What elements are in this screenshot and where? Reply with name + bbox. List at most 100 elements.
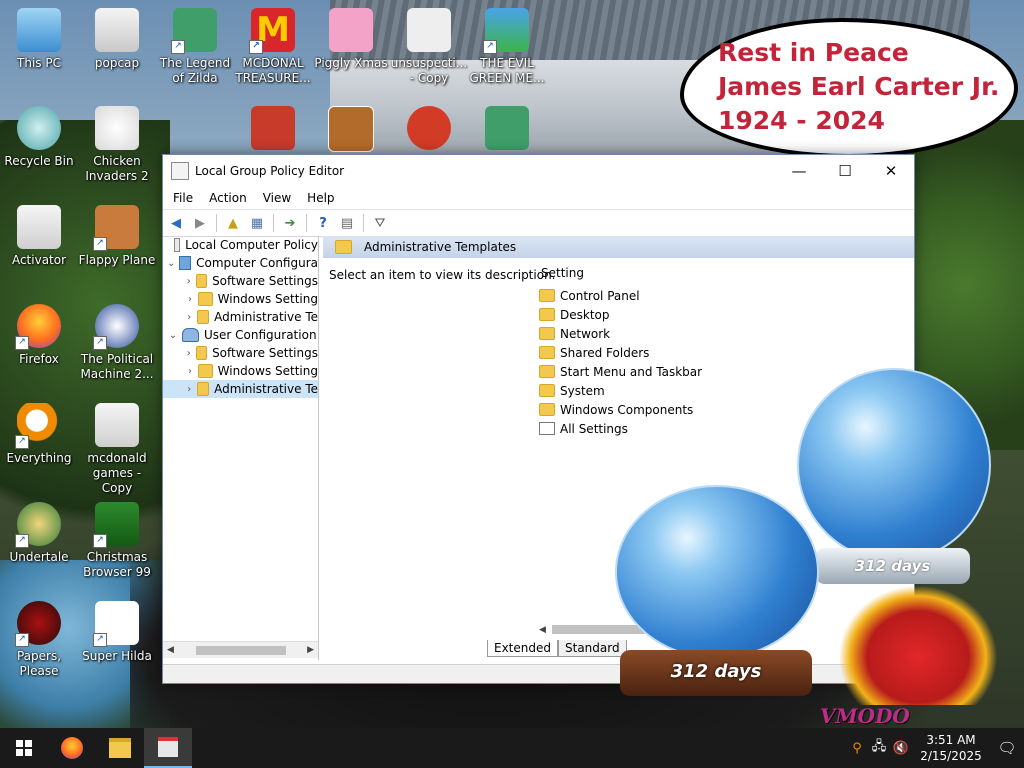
list-item[interactable]: Desktop [539, 305, 702, 324]
start-button[interactable] [0, 728, 48, 768]
show-hide-tree-icon[interactable]: ▦ [246, 213, 268, 233]
back-arrow-icon[interactable]: ◀ [165, 213, 187, 233]
properties-icon[interactable]: ▤ [336, 213, 358, 233]
game-icon: ↗ [171, 8, 217, 54]
menu-view[interactable]: View [255, 191, 299, 205]
desktop-icon-political-machine[interactable]: ↗ The Political Machine 2... [78, 304, 156, 382]
desktop-icon-popcap[interactable]: popcap [78, 8, 156, 71]
toolbar-separator [273, 214, 274, 232]
up-folder-icon[interactable]: ▲ [222, 213, 244, 233]
menu-action[interactable]: Action [201, 191, 255, 205]
tree-item-windows-settings[interactable]: › Windows Setting [163, 362, 318, 380]
menu-file[interactable]: File [165, 191, 201, 205]
taskbar-group-policy-editor[interactable] [144, 728, 192, 768]
desktop-icon-recycle-bin[interactable]: Recycle Bin [0, 106, 78, 169]
tree-item-administrative-templates[interactable]: › Administrative Te [163, 308, 318, 326]
taskbar-file-explorer[interactable] [96, 728, 144, 768]
desktop-icon-evil-green[interactable]: ↗ THE EVIL GREEN ME... [468, 8, 546, 86]
desktop-icon-mcdonald-treasure[interactable]: M ↗ MCDONAL TREASURE... [234, 8, 312, 86]
desktop-icon-super-hilda[interactable]: ↗ Super Hilda [78, 601, 156, 664]
toolbar-separator [306, 214, 307, 232]
desktop-icon-mcdonald-games[interactable]: mcdonald games - Copy [78, 403, 156, 496]
list-item[interactable]: Network [539, 324, 702, 343]
tree-item-software-settings[interactable]: › Software Settings [163, 272, 318, 290]
column-header-setting[interactable]: Setting [539, 266, 702, 286]
desktop-icon-legend-of-zilda[interactable]: ↗ The Legend of Zilda [156, 8, 234, 86]
list-item[interactable]: Control Panel [539, 286, 702, 305]
desktop-icon-firefox[interactable]: ↗ Firefox [0, 304, 78, 367]
desktop-icon-everything[interactable]: ↗ Everything [0, 403, 78, 466]
desktop-icon-papers-please[interactable]: ↗ Papers, Please [0, 601, 78, 679]
tab-standard[interactable]: Standard [558, 640, 627, 657]
system-tray: ⚲ 🖧 🔇 3:51 AM 2/15/2025 🗨 [846, 728, 1024, 768]
close-button[interactable]: ✕ [868, 155, 914, 187]
firefox-icon [61, 737, 83, 759]
desktop-icon-this-pc[interactable]: This PC [0, 8, 78, 71]
forward-arrow-icon[interactable]: ▶ [189, 213, 211, 233]
tree-item-computer-configuration[interactable]: ⌄ Computer Configura [163, 254, 318, 272]
title-bar[interactable]: Local Group Policy Editor — ☐ ✕ [163, 155, 914, 187]
menu-help[interactable]: Help [299, 191, 342, 205]
export-list-icon[interactable]: ➔ [279, 213, 301, 233]
expander-icon[interactable]: › [185, 312, 194, 323]
list-item[interactable]: Shared Folders [539, 343, 702, 362]
scroll-left-icon[interactable]: ◀ [539, 625, 546, 635]
expander-icon[interactable]: ⌄ [167, 330, 179, 341]
everything-search-icon[interactable]: ⚲ [846, 741, 868, 756]
expander-icon[interactable]: › [185, 348, 193, 359]
network-icon[interactable]: 🖧 [868, 737, 890, 759]
expander-icon[interactable]: › [185, 276, 193, 287]
hilda-icon: ↗ [93, 601, 139, 647]
desktop-icon-label: Flappy Plane [78, 253, 156, 267]
magnifier-icon: ↗ [15, 403, 61, 449]
expander-icon[interactable]: › [185, 384, 194, 395]
minimize-button[interactable]: — [776, 155, 822, 187]
scroll-thumb[interactable] [195, 645, 286, 655]
list-item[interactable]: Start Menu and Taskbar [539, 362, 702, 381]
folder-icon [539, 346, 555, 359]
filter-icon[interactable]: ⛛ [369, 213, 391, 233]
toolbar-separator [363, 214, 364, 232]
desktop-icon-zilda-2[interactable] [468, 106, 546, 156]
expander-icon[interactable]: › [185, 366, 195, 377]
notifications-icon[interactable]: 🗨 [990, 739, 1024, 757]
list-item[interactable]: Windows Components [539, 400, 702, 419]
folder-icon [539, 365, 555, 378]
desktop-icon-label: The Legend of Zilda [159, 56, 231, 85]
tree-item-local-computer-policy[interactable]: Local Computer Policy [163, 236, 318, 254]
tree-item-user-configuration[interactable]: ⌄ User Configuration [163, 326, 318, 344]
tree-item-windows-settings[interactable]: › Windows Setting [163, 290, 318, 308]
desktop-icon-flappy-plane[interactable]: ↗ Flappy Plane [78, 205, 156, 268]
policy-editor-icon [158, 737, 178, 757]
desktop-icon-christmas-browser[interactable]: ↗ Christmas Browser 99 [78, 502, 156, 580]
tree-item-label: Windows Setting [217, 292, 318, 306]
tree-item-administrative-templates-selected[interactable]: › Administrative Te [163, 380, 318, 398]
help-icon[interactable]: ? [312, 213, 334, 233]
scroll-right-icon[interactable]: ▶ [307, 645, 314, 655]
desktop-icon-snowman[interactable] [234, 106, 312, 156]
list-item[interactable]: System [539, 381, 702, 400]
desktop-icon-angry-bird[interactable] [390, 106, 468, 156]
volume-muted-icon[interactable]: 🔇 [890, 741, 912, 756]
taskbar-firefox[interactable] [48, 728, 96, 768]
list-item[interactable]: All Settings [539, 419, 702, 438]
folder-icon [196, 310, 210, 324]
desktop-icon-unsuspecting[interactable]: unsuspecti... - Copy [390, 8, 468, 86]
maximize-button[interactable]: ☐ [822, 155, 868, 187]
tree-item-label: Computer Configura [196, 256, 318, 270]
expander-icon[interactable]: ⌄ [167, 258, 176, 269]
policy-editor-icon [171, 162, 189, 180]
tab-extended[interactable]: Extended [487, 640, 558, 657]
scroll-left-icon[interactable]: ◀ [167, 645, 174, 655]
expander-icon[interactable]: › [185, 294, 195, 305]
tree-item-label: Software Settings [212, 346, 318, 360]
desktop-icon-undertale[interactable]: ↗ Undertale [0, 502, 78, 565]
desktop-icon-piggly-xmas[interactable]: Piggly Xmas [312, 8, 390, 71]
tree-horizontal-scrollbar[interactable]: ◀ ▶ [163, 641, 318, 658]
desktop-icon-activator[interactable]: Activator [0, 205, 78, 268]
clock[interactable]: 3:51 AM 2/15/2025 [912, 732, 990, 764]
desktop-icon-label: popcap [94, 56, 140, 70]
desktop-icon-bear[interactable] [312, 106, 390, 156]
tree-item-software-settings[interactable]: › Software Settings [163, 344, 318, 362]
desktop-icon-chicken-invaders[interactable]: Chicken Invaders 2 [78, 106, 156, 184]
